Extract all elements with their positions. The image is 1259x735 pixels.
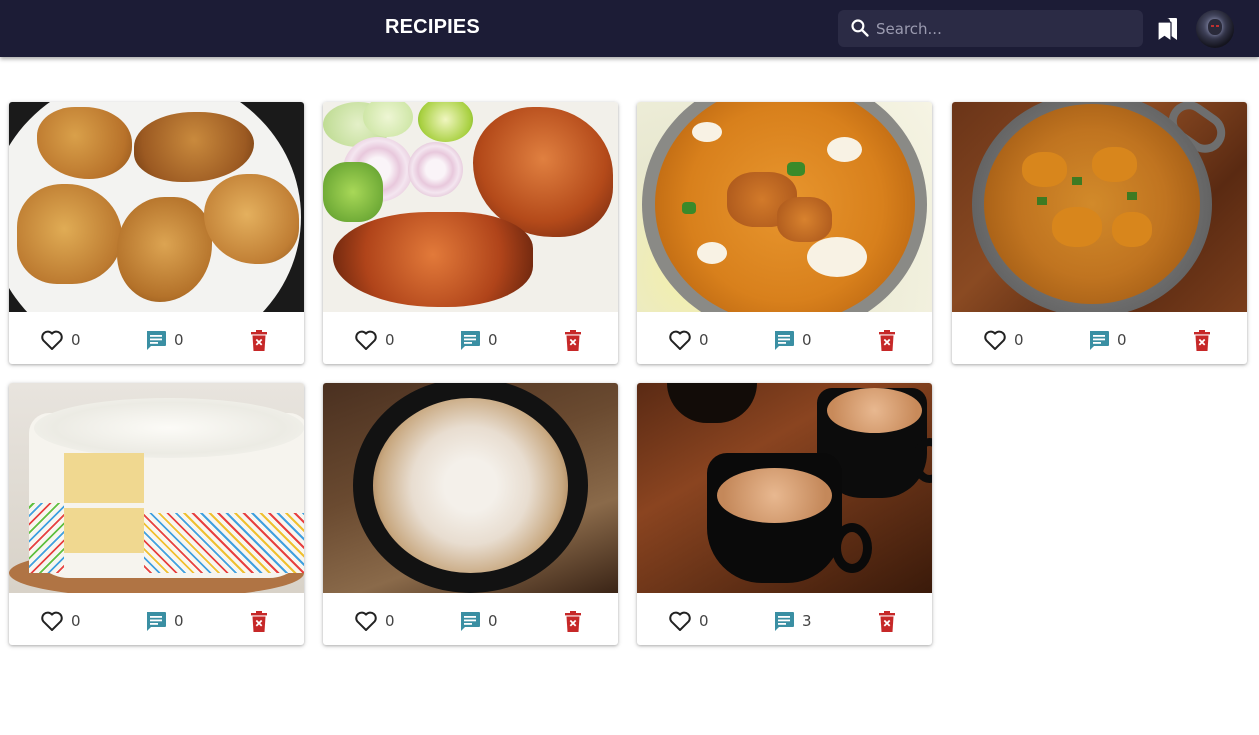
comment-icon — [775, 331, 794, 350]
recipe-image-grilled-fish[interactable] — [323, 102, 618, 312]
search-input[interactable] — [876, 10, 1131, 47]
comment-button[interactable]: 0 — [1088, 328, 1127, 352]
recipe-image-fried-chicken[interactable] — [9, 102, 304, 312]
comment-icon — [1090, 331, 1109, 350]
top-navbar: RECIPIES — [0, 0, 1259, 57]
card-actions: 0 0 — [952, 312, 1247, 364]
comment-count: 0 — [1117, 331, 1127, 349]
delete-icon — [251, 611, 267, 632]
card-actions: 0 0 — [9, 593, 304, 645]
card-actions: 0 0 — [323, 593, 618, 645]
recipe-image-butter-chicken[interactable] — [637, 102, 932, 312]
like-button[interactable]: 0 — [354, 328, 395, 352]
comment-count: 0 — [488, 331, 498, 349]
card-actions: 0 0 — [637, 312, 932, 364]
comment-icon — [147, 331, 166, 350]
heart-icon — [41, 330, 63, 350]
recipe-image-chicken-curry-pan[interactable] — [952, 102, 1247, 312]
comment-button[interactable]: 3 — [773, 609, 812, 633]
recipe-image-masala-chai[interactable] — [637, 383, 932, 593]
recipe-card[interactable]: 0 3 — [637, 383, 932, 645]
app-title[interactable]: RECIPIES — [385, 16, 480, 39]
heart-icon — [669, 611, 691, 631]
comment-count: 3 — [802, 612, 812, 630]
comment-icon — [147, 612, 166, 631]
recipe-image-vanilla-cake[interactable] — [9, 383, 304, 593]
delete-icon — [879, 611, 895, 632]
like-button[interactable]: 0 — [668, 609, 709, 633]
like-count: 0 — [385, 612, 395, 630]
heart-icon — [355, 611, 377, 631]
like-count: 0 — [1014, 331, 1024, 349]
user-avatar[interactable] — [1196, 10, 1234, 48]
comment-button[interactable]: 0 — [145, 328, 184, 352]
search-box[interactable] — [838, 10, 1143, 47]
like-count: 0 — [71, 612, 81, 630]
like-button[interactable]: 0 — [40, 609, 81, 633]
like-count: 0 — [699, 331, 709, 349]
delete-icon — [1194, 330, 1210, 351]
recipe-card[interactable]: 0 0 — [637, 102, 932, 364]
like-count: 0 — [385, 331, 395, 349]
recipe-image-cappuccino[interactable] — [323, 383, 618, 593]
heart-icon — [669, 330, 691, 350]
delete-button[interactable] — [878, 610, 896, 634]
card-actions: 0 3 — [637, 593, 932, 645]
recipe-card[interactable]: 0 0 — [323, 383, 618, 645]
delete-icon — [251, 330, 267, 351]
delete-button[interactable] — [564, 329, 582, 353]
heart-icon — [984, 330, 1006, 350]
card-actions: 0 0 — [323, 312, 618, 364]
comment-count: 0 — [174, 331, 184, 349]
like-button[interactable]: 0 — [354, 609, 395, 633]
bookmarks-icon[interactable] — [1156, 16, 1180, 43]
like-button[interactable]: 0 — [40, 328, 81, 352]
comment-icon — [461, 331, 480, 350]
recipe-card[interactable]: 0 0 — [952, 102, 1247, 364]
heart-icon — [41, 611, 63, 631]
comment-button[interactable]: 0 — [459, 609, 498, 633]
delete-button[interactable] — [250, 329, 268, 353]
delete-icon — [565, 330, 581, 351]
delete-button[interactable] — [250, 610, 268, 634]
delete-icon — [879, 330, 895, 351]
delete-button[interactable] — [878, 329, 896, 353]
search-icon — [851, 19, 869, 37]
like-button[interactable]: 0 — [668, 328, 709, 352]
delete-button[interactable] — [564, 610, 582, 634]
recipe-card[interactable]: 0 0 — [9, 383, 304, 645]
heart-icon — [355, 330, 377, 350]
comment-button[interactable]: 0 — [459, 328, 498, 352]
like-count: 0 — [71, 331, 81, 349]
comment-button[interactable]: 0 — [145, 609, 184, 633]
comment-button[interactable]: 0 — [773, 328, 812, 352]
like-button[interactable]: 0 — [983, 328, 1024, 352]
delete-button[interactable] — [1193, 329, 1211, 353]
like-count: 0 — [699, 612, 709, 630]
comment-count: 0 — [802, 331, 812, 349]
delete-icon — [565, 611, 581, 632]
comment-count: 0 — [488, 612, 498, 630]
recipe-card[interactable]: 0 0 — [9, 102, 304, 364]
recipe-card[interactable]: 0 0 — [323, 102, 618, 364]
comment-icon — [775, 612, 794, 631]
card-actions: 0 0 — [9, 312, 304, 364]
comment-count: 0 — [174, 612, 184, 630]
comment-icon — [461, 612, 480, 631]
